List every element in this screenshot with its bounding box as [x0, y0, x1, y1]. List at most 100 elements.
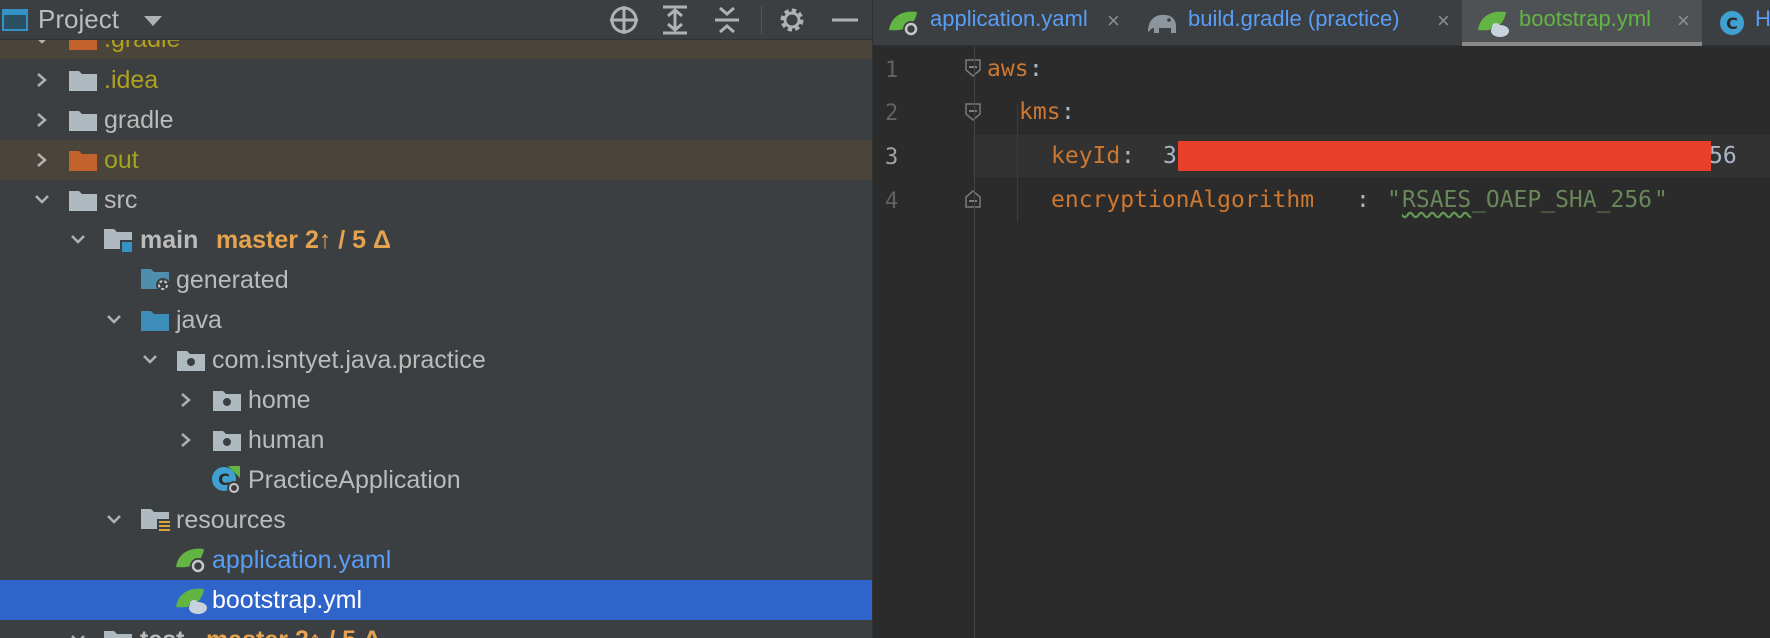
chevron-down-icon[interactable] [106, 512, 122, 528]
tree-row-human[interactable]: human [0, 420, 872, 460]
string-quote: " [1387, 187, 1401, 213]
yaml-key: encryptionAlgorithm [1051, 187, 1315, 213]
tree-label: resources [176, 506, 286, 534]
tree-row-practice-application[interactable]: C PracticeApplication [0, 460, 872, 500]
gear-icon[interactable] [775, 4, 809, 36]
yaml-colon: : [1356, 187, 1370, 213]
yaml-value-end: 56 [1709, 143, 1737, 169]
tree-row-gradle[interactable]: gradle [0, 100, 872, 140]
toolbar-separator [761, 6, 762, 34]
package-icon [213, 391, 241, 411]
chevron-right-icon[interactable] [178, 432, 194, 448]
package-icon [213, 431, 241, 451]
chevron-down-icon[interactable] [142, 352, 158, 368]
tree-label: generated [176, 266, 289, 294]
tree-label: .idea [104, 66, 159, 94]
chevron-right-icon[interactable] [34, 72, 50, 88]
yaml-string-typo: RSAES [1402, 187, 1472, 213]
spring-cloud-config-file-icon [176, 588, 207, 614]
string-quote: " [1654, 187, 1668, 213]
minimize-icon[interactable] [828, 4, 862, 36]
tree-label: bootstrap.yml [212, 586, 363, 614]
tab-label: build.gradle (practice) [1188, 6, 1400, 31]
close-icon[interactable]: × [1437, 10, 1450, 32]
test-module-folder-icon [104, 631, 132, 638]
folder-icon [69, 191, 97, 211]
tree-row-application-yaml[interactable]: application.yaml [0, 540, 872, 580]
yaml-colon: : [1121, 143, 1135, 169]
yaml-colon: : [1029, 56, 1043, 82]
chevron-right-icon[interactable] [34, 152, 50, 168]
close-icon[interactable]: × [1677, 10, 1690, 32]
generated-sources-folder-icon [141, 269, 170, 292]
svg-text:C: C [1726, 14, 1738, 33]
spring-config-file-icon [889, 11, 919, 37]
code-line-3[interactable]: keyId : 3 56 [873, 135, 1770, 177]
code-line-4[interactable]: encryptionAlgorithm : " RSAES _OAEP_SHA_… [873, 179, 1770, 221]
chevron-down-icon[interactable] [106, 312, 122, 328]
tab-label: H [1755, 6, 1770, 31]
editor-area: application.yaml × build.gradle (practic… [873, 0, 1770, 638]
tree-label: src [104, 186, 138, 214]
chevron-down-icon[interactable] [70, 232, 86, 248]
tab-build-gradle[interactable]: build.gradle (practice) × [1131, 0, 1461, 46]
folder-excluded-icon [69, 151, 97, 171]
tree-row-test[interactable]: test master 2↑ / 5 Δ [0, 620, 872, 638]
yaml-colon: : [1061, 99, 1075, 125]
tree-label: PracticeApplication [248, 466, 461, 494]
tab-bootstrap-yml[interactable]: bootstrap.yml × [1462, 0, 1702, 46]
gradle-elephant-icon [1148, 14, 1176, 33]
expand-all-icon[interactable] [658, 4, 692, 36]
tree-row-src[interactable]: src [0, 180, 872, 220]
tab-application-yaml[interactable]: application.yaml × [873, 0, 1130, 46]
vcs-status-badge: master 2↑ / 5 Δ [216, 226, 391, 254]
spring-boot-class-icon: C [212, 466, 241, 495]
chevron-down-icon[interactable] [144, 16, 162, 26]
tree-row-out[interactable]: out [0, 140, 872, 180]
tree-row-idea[interactable]: .idea [0, 60, 872, 100]
spring-config-file-icon [176, 548, 206, 574]
class-c-icon: C [1720, 11, 1744, 35]
code-line-1[interactable]: aws : [873, 48, 1770, 90]
resources-folder-icon [141, 509, 171, 533]
package-icon [177, 351, 205, 371]
chevron-right-icon[interactable] [178, 392, 194, 408]
tree-label: out [104, 146, 139, 174]
chevron-down-icon[interactable] [34, 192, 50, 208]
project-view-selector[interactable]: Project [38, 4, 119, 34]
chevron-right-icon[interactable] [34, 112, 50, 128]
collapse-all-icon[interactable] [710, 4, 744, 36]
tree-row-home[interactable]: home [0, 380, 872, 420]
tree-row-generated[interactable]: generated [0, 260, 872, 300]
tree-label: test [140, 625, 184, 638]
tree-row-package-root[interactable]: com.isntyet.java.practice [0, 340, 872, 380]
project-tool-window: Project .idea gradle out src main master… [0, 0, 872, 638]
yaml-key: keyId [1051, 143, 1121, 169]
project-view-icon[interactable] [2, 9, 28, 31]
chevron-down-icon[interactable] [70, 632, 86, 638]
source-folder-icon [141, 311, 169, 331]
spring-cloud-config-file-icon [1478, 11, 1509, 37]
locate-icon[interactable] [607, 4, 641, 36]
tree-row-java[interactable]: java [0, 300, 872, 340]
tab-label: bootstrap.yml [1519, 6, 1652, 31]
editor-tab-bar: application.yaml × build.gradle (practic… [873, 0, 1770, 46]
redaction-box [1178, 141, 1711, 171]
tab-label: application.yaml [930, 6, 1088, 31]
tree-label: home [248, 386, 311, 414]
tree-label: java [176, 306, 222, 334]
yaml-value-start: 3 [1163, 143, 1177, 169]
tree-row-main[interactable]: main master 2↑ / 5 Δ [0, 220, 872, 260]
code-line-2[interactable]: kms : [873, 91, 1770, 133]
tree-row-resources[interactable]: resources [0, 500, 872, 540]
tree-row-bootstrap-yml[interactable]: bootstrap.yml [0, 580, 872, 620]
yaml-key: aws [987, 56, 1029, 82]
project-header: Project [0, 0, 872, 40]
tab-partial[interactable]: C H [1703, 0, 1770, 46]
tree-label: main [140, 226, 199, 254]
yaml-key: kms [1019, 99, 1061, 125]
yaml-string: _OAEP_SHA_256 [1472, 187, 1653, 213]
tree-label: application.yaml [212, 546, 392, 574]
close-icon[interactable]: × [1107, 10, 1120, 32]
tree-label: gradle [104, 106, 174, 134]
